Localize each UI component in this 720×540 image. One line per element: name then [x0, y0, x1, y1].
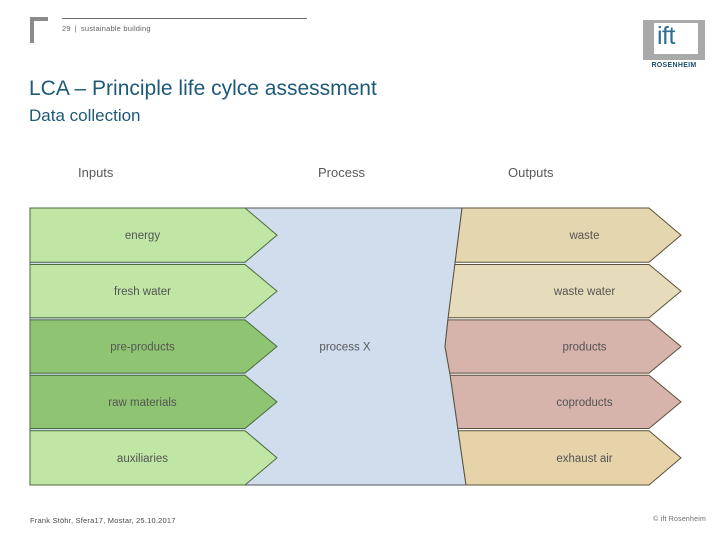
footer-copyright: © ift Rosenheim: [653, 516, 706, 523]
input-arrow-label: fresh water: [114, 286, 171, 298]
input-arrow-label: pre-products: [110, 342, 175, 354]
input-arrow: pre-products: [29, 319, 278, 374]
output-arrow: waste: [454, 207, 682, 263]
input-arrow-label: energy: [125, 230, 160, 242]
output-arrow: exhaust air: [457, 430, 682, 486]
footer-author: Frank Stöhr, Sfera17, Mostar, 25.10.2017: [30, 516, 176, 525]
input-arrow: raw materials: [29, 374, 278, 429]
output-arrow-label: products: [562, 342, 606, 354]
process-label-group: process X: [319, 342, 370, 354]
slide: 29 | sustainable building ift ROSENHEIM LC…: [0, 0, 720, 540]
input-arrow: auxiliaries: [29, 430, 278, 486]
input-arrow: fresh water: [29, 264, 278, 319]
inputs-group: energy fresh water pre-products raw materia…: [29, 207, 278, 486]
input-arrow: energy: [29, 207, 278, 263]
output-arrow: products: [444, 319, 682, 374]
process-label: process X: [319, 342, 370, 354]
output-arrow: waste water: [447, 264, 682, 319]
output-arrow-label: waste water: [553, 286, 616, 298]
output-arrow-label: waste: [568, 230, 599, 242]
output-arrow: coproducts: [449, 374, 682, 429]
input-arrow-label: raw materials: [108, 397, 177, 409]
output-arrow-label: coproducts: [556, 397, 613, 409]
output-arrow-label: exhaust air: [556, 453, 612, 465]
input-arrow-label: auxiliaries: [117, 453, 168, 465]
outputs-group: waste waste water products coproducts exhaus…: [444, 207, 682, 486]
lca-flow-diagram: energy fresh water pre-products raw materia…: [0, 0, 720, 540]
